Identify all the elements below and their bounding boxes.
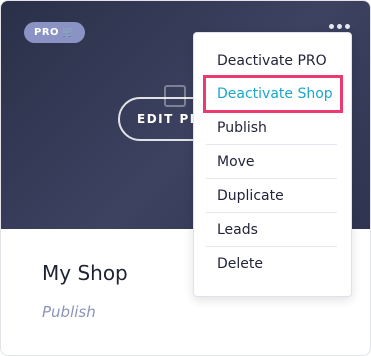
pro-badge: PRO 🛒 <box>24 22 85 43</box>
menu-item-duplicate[interactable]: Duplicate <box>206 179 337 213</box>
menu-item-delete[interactable]: Delete <box>206 247 337 281</box>
menu-item-deactivate-pro[interactable]: Deactivate PRO <box>206 46 337 77</box>
shop-name: My Shop <box>42 261 128 285</box>
menu-item-move[interactable]: Move <box>206 145 337 179</box>
menu-item-deactivate-shop[interactable]: Deactivate Shop <box>203 75 343 113</box>
shop-status: Publish <box>42 303 96 321</box>
menu-item-leads[interactable]: Leads <box>206 213 337 247</box>
menu-item-publish[interactable]: Publish <box>206 111 337 145</box>
pro-badge-label: PRO <box>34 27 60 38</box>
options-menu: Deactivate PRO Deactivate Shop Publish M… <box>193 32 352 297</box>
cart-icon: 🛒 <box>62 27 75 38</box>
